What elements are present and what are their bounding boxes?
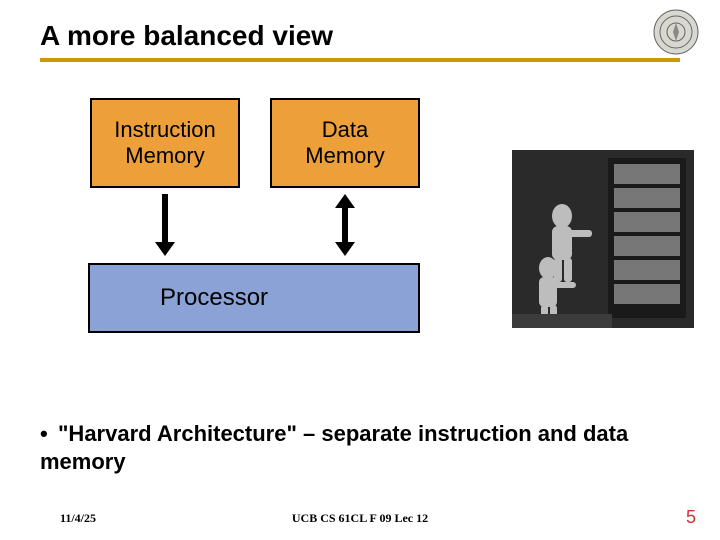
title-area: A more balanced view [0,0,720,62]
processor-box: Processor [88,263,420,333]
footer-course: UCB CS 61CL F 09 Lec 12 [0,511,720,526]
architecture-diagram: Instruction Memory Data Memory Processor [0,98,720,388]
university-seal-icon [652,8,700,56]
title-rule [40,58,680,62]
footer-page-number: 5 [686,507,696,528]
eniac-photo-placeholder [512,150,694,328]
processor-label: Processor [160,284,268,312]
instruction-memory-label: Instruction Memory [114,117,216,170]
instruction-memory-box: Instruction Memory [90,98,240,188]
arrow-updown-icon [333,192,357,258]
bullet-marker: • [40,420,58,448]
arrow-down-icon [153,192,177,258]
bullet-point: •"Harvard Architecture" – separate instr… [40,420,680,475]
data-memory-box: Data Memory [270,98,420,188]
bullet-text: "Harvard Architecture" – separate instru… [40,421,628,474]
data-memory-label: Data Memory [305,117,384,170]
slide-title: A more balanced view [40,20,680,52]
